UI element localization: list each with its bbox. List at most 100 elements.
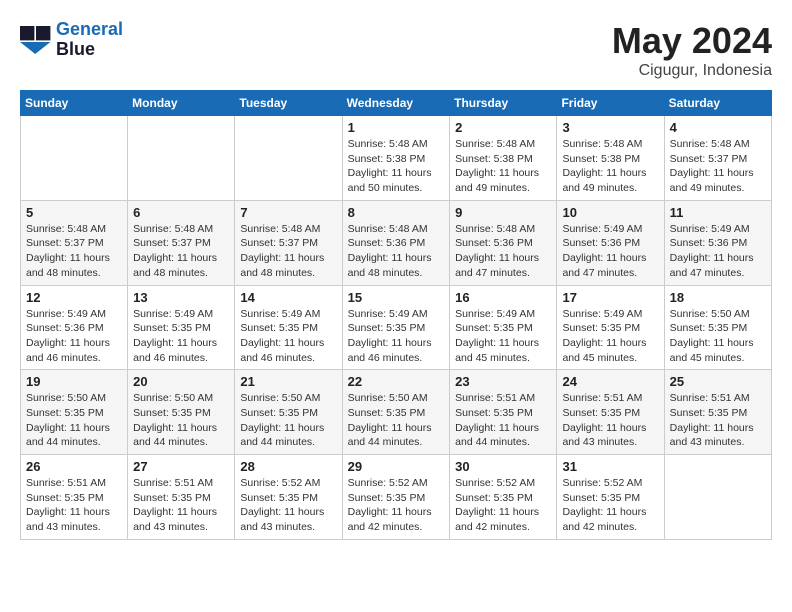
calendar-cell: 13 Sunrise: 5:49 AM Sunset: 5:35 PM Dayli… (128, 285, 235, 370)
page-header: General Blue May 2024 Cigugur, Indonesia (20, 20, 772, 80)
day-info: Sunrise: 5:49 AM Sunset: 5:35 PM Dayligh… (240, 307, 336, 366)
calendar-cell: 30 Sunrise: 5:52 AM Sunset: 5:35 PM Dayli… (450, 455, 557, 540)
day-info: Sunrise: 5:48 AM Sunset: 5:36 PM Dayligh… (348, 222, 445, 281)
day-number: 16 (455, 290, 551, 305)
calendar-cell: 19 Sunrise: 5:50 AM Sunset: 5:35 PM Dayli… (21, 370, 128, 455)
month-year: May 2024 (612, 20, 772, 62)
day-number: 8 (348, 205, 445, 220)
logo-icon (20, 26, 52, 54)
calendar-cell: 26 Sunrise: 5:51 AM Sunset: 5:35 PM Dayli… (21, 455, 128, 540)
calendar-header-row: SundayMondayTuesdayWednesdayThursdayFrid… (21, 91, 772, 116)
weekday-header: Wednesday (342, 91, 450, 116)
day-info: Sunrise: 5:48 AM Sunset: 5:38 PM Dayligh… (348, 137, 445, 196)
weekday-header: Saturday (664, 91, 771, 116)
calendar-cell (21, 116, 128, 201)
day-number: 5 (26, 205, 122, 220)
calendar-cell: 23 Sunrise: 5:51 AM Sunset: 5:35 PM Dayli… (450, 370, 557, 455)
calendar-cell (235, 116, 342, 201)
calendar-cell: 17 Sunrise: 5:49 AM Sunset: 5:35 PM Dayli… (557, 285, 664, 370)
day-info: Sunrise: 5:50 AM Sunset: 5:35 PM Dayligh… (348, 391, 445, 450)
calendar-cell: 11 Sunrise: 5:49 AM Sunset: 5:36 PM Dayli… (664, 200, 771, 285)
day-info: Sunrise: 5:52 AM Sunset: 5:35 PM Dayligh… (562, 476, 658, 535)
day-info: Sunrise: 5:49 AM Sunset: 5:35 PM Dayligh… (562, 307, 658, 366)
day-info: Sunrise: 5:51 AM Sunset: 5:35 PM Dayligh… (26, 476, 122, 535)
calendar-week-row: 5 Sunrise: 5:48 AM Sunset: 5:37 PM Daylig… (21, 200, 772, 285)
calendar-cell: 22Sunrise: 5:50 AM Sunset: 5:35 PM Dayli… (342, 370, 450, 455)
calendar-week-row: 26 Sunrise: 5:51 AM Sunset: 5:35 PM Dayli… (21, 455, 772, 540)
calendar-week-row: 12 Sunrise: 5:49 AM Sunset: 5:36 PM Dayli… (21, 285, 772, 370)
logo: General Blue (20, 20, 123, 60)
day-number: 6 (133, 205, 229, 220)
day-number: 13 (133, 290, 229, 305)
day-number: 4 (670, 120, 766, 135)
day-info: Sunrise: 5:51 AM Sunset: 5:35 PM Dayligh… (455, 391, 551, 450)
weekday-header: Monday (128, 91, 235, 116)
calendar-cell: 10Sunrise: 5:49 AM Sunset: 5:36 PM Dayli… (557, 200, 664, 285)
logo-text: General Blue (56, 20, 123, 60)
day-info: Sunrise: 5:50 AM Sunset: 5:35 PM Dayligh… (240, 391, 336, 450)
calendar-week-row: 1 Sunrise: 5:48 AM Sunset: 5:38 PM Daylig… (21, 116, 772, 201)
day-number: 30 (455, 459, 551, 474)
day-info: Sunrise: 5:52 AM Sunset: 5:35 PM Dayligh… (240, 476, 336, 535)
day-info: Sunrise: 5:49 AM Sunset: 5:35 PM Dayligh… (348, 307, 445, 366)
day-number: 25 (670, 374, 766, 389)
calendar-cell: 1 Sunrise: 5:48 AM Sunset: 5:38 PM Daylig… (342, 116, 450, 201)
day-info: Sunrise: 5:49 AM Sunset: 5:36 PM Dayligh… (562, 222, 658, 281)
calendar-cell: 16Sunrise: 5:49 AM Sunset: 5:35 PM Dayli… (450, 285, 557, 370)
day-number: 19 (26, 374, 122, 389)
calendar-cell: 9 Sunrise: 5:48 AM Sunset: 5:36 PM Daylig… (450, 200, 557, 285)
day-info: Sunrise: 5:48 AM Sunset: 5:37 PM Dayligh… (26, 222, 122, 281)
day-info: Sunrise: 5:49 AM Sunset: 5:35 PM Dayligh… (133, 307, 229, 366)
calendar-cell: 3 Sunrise: 5:48 AM Sunset: 5:38 PM Daylig… (557, 116, 664, 201)
weekday-header: Sunday (21, 91, 128, 116)
calendar-cell: 15Sunrise: 5:49 AM Sunset: 5:35 PM Dayli… (342, 285, 450, 370)
day-number: 2 (455, 120, 551, 135)
day-info: Sunrise: 5:48 AM Sunset: 5:38 PM Dayligh… (562, 137, 658, 196)
day-number: 31 (562, 459, 658, 474)
calendar-cell: 8 Sunrise: 5:48 AM Sunset: 5:36 PM Daylig… (342, 200, 450, 285)
calendar-cell: 4 Sunrise: 5:48 AM Sunset: 5:37 PM Daylig… (664, 116, 771, 201)
day-info: Sunrise: 5:50 AM Sunset: 5:35 PM Dayligh… (26, 391, 122, 450)
calendar-cell: 18Sunrise: 5:50 AM Sunset: 5:35 PM Dayli… (664, 285, 771, 370)
calendar-cell: 31 Sunrise: 5:52 AM Sunset: 5:35 PM Dayli… (557, 455, 664, 540)
location: Cigugur, Indonesia (612, 62, 772, 80)
calendar-cell (664, 455, 771, 540)
day-number: 24 (562, 374, 658, 389)
day-number: 9 (455, 205, 551, 220)
day-number: 12 (26, 290, 122, 305)
calendar-cell: 12 Sunrise: 5:49 AM Sunset: 5:36 PM Dayli… (21, 285, 128, 370)
calendar-cell: 20Sunrise: 5:50 AM Sunset: 5:35 PM Dayli… (128, 370, 235, 455)
day-number: 3 (562, 120, 658, 135)
day-info: Sunrise: 5:48 AM Sunset: 5:37 PM Dayligh… (240, 222, 336, 281)
day-number: 26 (26, 459, 122, 474)
day-info: Sunrise: 5:50 AM Sunset: 5:35 PM Dayligh… (133, 391, 229, 450)
weekday-header: Friday (557, 91, 664, 116)
calendar-cell (128, 116, 235, 201)
day-info: Sunrise: 5:48 AM Sunset: 5:37 PM Dayligh… (670, 137, 766, 196)
day-number: 27 (133, 459, 229, 474)
day-info: Sunrise: 5:51 AM Sunset: 5:35 PM Dayligh… (562, 391, 658, 450)
day-info: Sunrise: 5:52 AM Sunset: 5:35 PM Dayligh… (348, 476, 445, 535)
calendar-table: SundayMondayTuesdayWednesdayThursdayFrid… (20, 90, 772, 540)
day-info: Sunrise: 5:52 AM Sunset: 5:35 PM Dayligh… (455, 476, 551, 535)
day-number: 21 (240, 374, 336, 389)
day-info: Sunrise: 5:48 AM Sunset: 5:38 PM Dayligh… (455, 137, 551, 196)
day-number: 18 (670, 290, 766, 305)
day-info: Sunrise: 5:51 AM Sunset: 5:35 PM Dayligh… (670, 391, 766, 450)
calendar-cell: 21 Sunrise: 5:50 AM Sunset: 5:35 PM Dayli… (235, 370, 342, 455)
day-number: 11 (670, 205, 766, 220)
calendar-cell: 29 Sunrise: 5:52 AM Sunset: 5:35 PM Dayli… (342, 455, 450, 540)
day-number: 17 (562, 290, 658, 305)
calendar-cell: 25 Sunrise: 5:51 AM Sunset: 5:35 PM Dayli… (664, 370, 771, 455)
day-number: 23 (455, 374, 551, 389)
day-info: Sunrise: 5:48 AM Sunset: 5:36 PM Dayligh… (455, 222, 551, 281)
day-info: Sunrise: 5:51 AM Sunset: 5:35 PM Dayligh… (133, 476, 229, 535)
day-number: 7 (240, 205, 336, 220)
day-info: Sunrise: 5:48 AM Sunset: 5:37 PM Dayligh… (133, 222, 229, 281)
day-number: 29 (348, 459, 445, 474)
calendar-cell: 24 Sunrise: 5:51 AM Sunset: 5:35 PM Dayli… (557, 370, 664, 455)
calendar-week-row: 19 Sunrise: 5:50 AM Sunset: 5:35 PM Dayli… (21, 370, 772, 455)
day-number: 1 (348, 120, 445, 135)
day-info: Sunrise: 5:49 AM Sunset: 5:36 PM Dayligh… (26, 307, 122, 366)
day-info: Sunrise: 5:49 AM Sunset: 5:36 PM Dayligh… (670, 222, 766, 281)
